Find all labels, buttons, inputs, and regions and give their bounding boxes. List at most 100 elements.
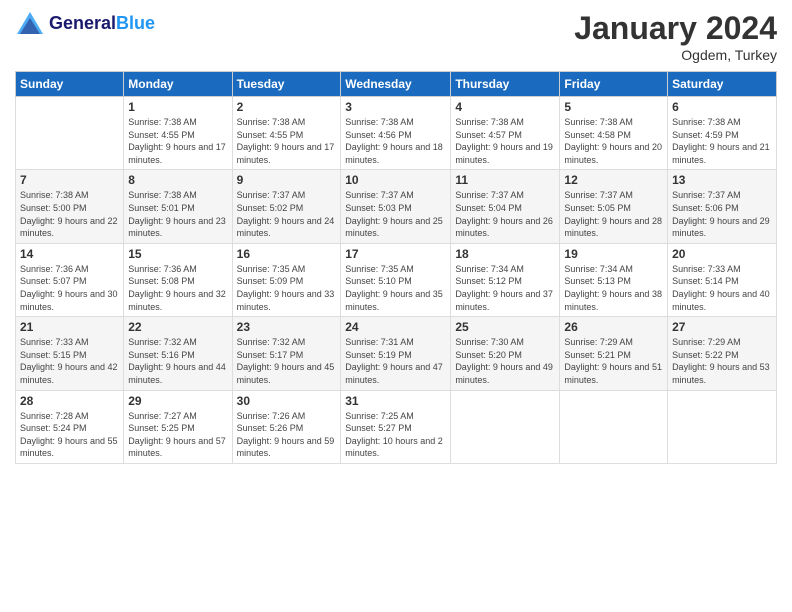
day-info: Sunrise: 7:35 AMSunset: 5:09 PMDaylight:… <box>237 263 337 313</box>
week-row-4: 28 Sunrise: 7:28 AMSunset: 5:24 PMDaylig… <box>16 390 777 463</box>
calendar-cell: 14 Sunrise: 7:36 AMSunset: 5:07 PMDaylig… <box>16 243 124 316</box>
calendar-cell: 29 Sunrise: 7:27 AMSunset: 5:25 PMDaylig… <box>124 390 232 463</box>
calendar-table: SundayMondayTuesdayWednesdayThursdayFrid… <box>15 71 777 464</box>
calendar-cell: 31 Sunrise: 7:25 AMSunset: 5:27 PMDaylig… <box>341 390 451 463</box>
day-info: Sunrise: 7:32 AMSunset: 5:17 PMDaylight:… <box>237 336 337 386</box>
col-header-saturday: Saturday <box>668 72 777 97</box>
title-area: January 2024 Ogdem, Turkey <box>574 10 777 63</box>
day-info: Sunrise: 7:38 AMSunset: 4:55 PMDaylight:… <box>237 116 337 166</box>
calendar-cell: 16 Sunrise: 7:35 AMSunset: 5:09 PMDaylig… <box>232 243 341 316</box>
week-row-1: 7 Sunrise: 7:38 AMSunset: 5:00 PMDayligh… <box>16 170 777 243</box>
calendar-cell: 26 Sunrise: 7:29 AMSunset: 5:21 PMDaylig… <box>560 317 668 390</box>
day-info: Sunrise: 7:38 AMSunset: 4:56 PMDaylight:… <box>345 116 446 166</box>
day-info: Sunrise: 7:37 AMSunset: 5:03 PMDaylight:… <box>345 189 446 239</box>
calendar-cell: 23 Sunrise: 7:32 AMSunset: 5:17 PMDaylig… <box>232 317 341 390</box>
col-header-thursday: Thursday <box>451 72 560 97</box>
calendar-cell: 25 Sunrise: 7:30 AMSunset: 5:20 PMDaylig… <box>451 317 560 390</box>
calendar-cell: 8 Sunrise: 7:38 AMSunset: 5:01 PMDayligh… <box>124 170 232 243</box>
day-number: 4 <box>455 100 555 114</box>
calendar-cell: 30 Sunrise: 7:26 AMSunset: 5:26 PMDaylig… <box>232 390 341 463</box>
day-number: 19 <box>564 247 663 261</box>
week-row-2: 14 Sunrise: 7:36 AMSunset: 5:07 PMDaylig… <box>16 243 777 316</box>
day-number: 14 <box>20 247 119 261</box>
calendar-cell: 24 Sunrise: 7:31 AMSunset: 5:19 PMDaylig… <box>341 317 451 390</box>
col-header-sunday: Sunday <box>16 72 124 97</box>
logo-icon <box>15 10 45 38</box>
calendar-cell: 28 Sunrise: 7:28 AMSunset: 5:24 PMDaylig… <box>16 390 124 463</box>
day-info: Sunrise: 7:27 AMSunset: 5:25 PMDaylight:… <box>128 410 227 460</box>
calendar-cell <box>16 97 124 170</box>
calendar-cell <box>668 390 777 463</box>
location-subtitle: Ogdem, Turkey <box>574 47 777 63</box>
calendar-cell: 18 Sunrise: 7:34 AMSunset: 5:12 PMDaylig… <box>451 243 560 316</box>
day-number: 21 <box>20 320 119 334</box>
day-info: Sunrise: 7:34 AMSunset: 5:13 PMDaylight:… <box>564 263 663 313</box>
logo-text: GeneralBlue <box>49 14 155 34</box>
day-number: 28 <box>20 394 119 408</box>
col-header-friday: Friday <box>560 72 668 97</box>
calendar-cell <box>451 390 560 463</box>
col-header-monday: Monday <box>124 72 232 97</box>
day-info: Sunrise: 7:32 AMSunset: 5:16 PMDaylight:… <box>128 336 227 386</box>
week-row-3: 21 Sunrise: 7:33 AMSunset: 5:15 PMDaylig… <box>16 317 777 390</box>
calendar-cell: 1 Sunrise: 7:38 AMSunset: 4:55 PMDayligh… <box>124 97 232 170</box>
calendar-cell: 2 Sunrise: 7:38 AMSunset: 4:55 PMDayligh… <box>232 97 341 170</box>
day-info: Sunrise: 7:36 AMSunset: 5:08 PMDaylight:… <box>128 263 227 313</box>
day-number: 5 <box>564 100 663 114</box>
day-info: Sunrise: 7:37 AMSunset: 5:02 PMDaylight:… <box>237 189 337 239</box>
calendar-cell: 17 Sunrise: 7:35 AMSunset: 5:10 PMDaylig… <box>341 243 451 316</box>
day-info: Sunrise: 7:37 AMSunset: 5:04 PMDaylight:… <box>455 189 555 239</box>
day-number: 11 <box>455 173 555 187</box>
week-row-0: 1 Sunrise: 7:38 AMSunset: 4:55 PMDayligh… <box>16 97 777 170</box>
day-number: 31 <box>345 394 446 408</box>
day-number: 13 <box>672 173 772 187</box>
day-info: Sunrise: 7:31 AMSunset: 5:19 PMDaylight:… <box>345 336 446 386</box>
day-number: 2 <box>237 100 337 114</box>
col-header-tuesday: Tuesday <box>232 72 341 97</box>
day-number: 10 <box>345 173 446 187</box>
calendar-cell: 19 Sunrise: 7:34 AMSunset: 5:13 PMDaylig… <box>560 243 668 316</box>
day-info: Sunrise: 7:37 AMSunset: 5:05 PMDaylight:… <box>564 189 663 239</box>
calendar-cell: 3 Sunrise: 7:38 AMSunset: 4:56 PMDayligh… <box>341 97 451 170</box>
day-info: Sunrise: 7:38 AMSunset: 4:57 PMDaylight:… <box>455 116 555 166</box>
day-number: 6 <box>672 100 772 114</box>
day-number: 15 <box>128 247 227 261</box>
day-number: 3 <box>345 100 446 114</box>
month-year-title: January 2024 <box>574 10 777 47</box>
day-info: Sunrise: 7:37 AMSunset: 5:06 PMDaylight:… <box>672 189 772 239</box>
day-info: Sunrise: 7:26 AMSunset: 5:26 PMDaylight:… <box>237 410 337 460</box>
day-number: 29 <box>128 394 227 408</box>
calendar-cell: 4 Sunrise: 7:38 AMSunset: 4:57 PMDayligh… <box>451 97 560 170</box>
calendar-cell: 10 Sunrise: 7:37 AMSunset: 5:03 PMDaylig… <box>341 170 451 243</box>
calendar-cell: 20 Sunrise: 7:33 AMSunset: 5:14 PMDaylig… <box>668 243 777 316</box>
day-number: 25 <box>455 320 555 334</box>
day-info: Sunrise: 7:29 AMSunset: 5:21 PMDaylight:… <box>564 336 663 386</box>
day-info: Sunrise: 7:38 AMSunset: 5:01 PMDaylight:… <box>128 189 227 239</box>
day-number: 7 <box>20 173 119 187</box>
day-number: 30 <box>237 394 337 408</box>
day-number: 23 <box>237 320 337 334</box>
page-header: GeneralBlue January 2024 Ogdem, Turkey <box>15 10 777 63</box>
calendar-cell: 27 Sunrise: 7:29 AMSunset: 5:22 PMDaylig… <box>668 317 777 390</box>
day-number: 17 <box>345 247 446 261</box>
calendar-cell: 12 Sunrise: 7:37 AMSunset: 5:05 PMDaylig… <box>560 170 668 243</box>
day-info: Sunrise: 7:25 AMSunset: 5:27 PMDaylight:… <box>345 410 446 460</box>
calendar-cell <box>560 390 668 463</box>
calendar-cell: 13 Sunrise: 7:37 AMSunset: 5:06 PMDaylig… <box>668 170 777 243</box>
calendar-cell: 15 Sunrise: 7:36 AMSunset: 5:08 PMDaylig… <box>124 243 232 316</box>
day-number: 8 <box>128 173 227 187</box>
day-info: Sunrise: 7:30 AMSunset: 5:20 PMDaylight:… <box>455 336 555 386</box>
day-number: 1 <box>128 100 227 114</box>
day-number: 26 <box>564 320 663 334</box>
calendar-cell: 9 Sunrise: 7:37 AMSunset: 5:02 PMDayligh… <box>232 170 341 243</box>
day-info: Sunrise: 7:35 AMSunset: 5:10 PMDaylight:… <box>345 263 446 313</box>
day-info: Sunrise: 7:28 AMSunset: 5:24 PMDaylight:… <box>20 410 119 460</box>
day-info: Sunrise: 7:33 AMSunset: 5:14 PMDaylight:… <box>672 263 772 313</box>
calendar-cell: 11 Sunrise: 7:37 AMSunset: 5:04 PMDaylig… <box>451 170 560 243</box>
page-container: GeneralBlue January 2024 Ogdem, Turkey S… <box>0 0 792 474</box>
calendar-cell: 6 Sunrise: 7:38 AMSunset: 4:59 PMDayligh… <box>668 97 777 170</box>
day-info: Sunrise: 7:38 AMSunset: 4:59 PMDaylight:… <box>672 116 772 166</box>
logo: GeneralBlue <box>15 10 155 38</box>
day-number: 27 <box>672 320 772 334</box>
header-row: SundayMondayTuesdayWednesdayThursdayFrid… <box>16 72 777 97</box>
